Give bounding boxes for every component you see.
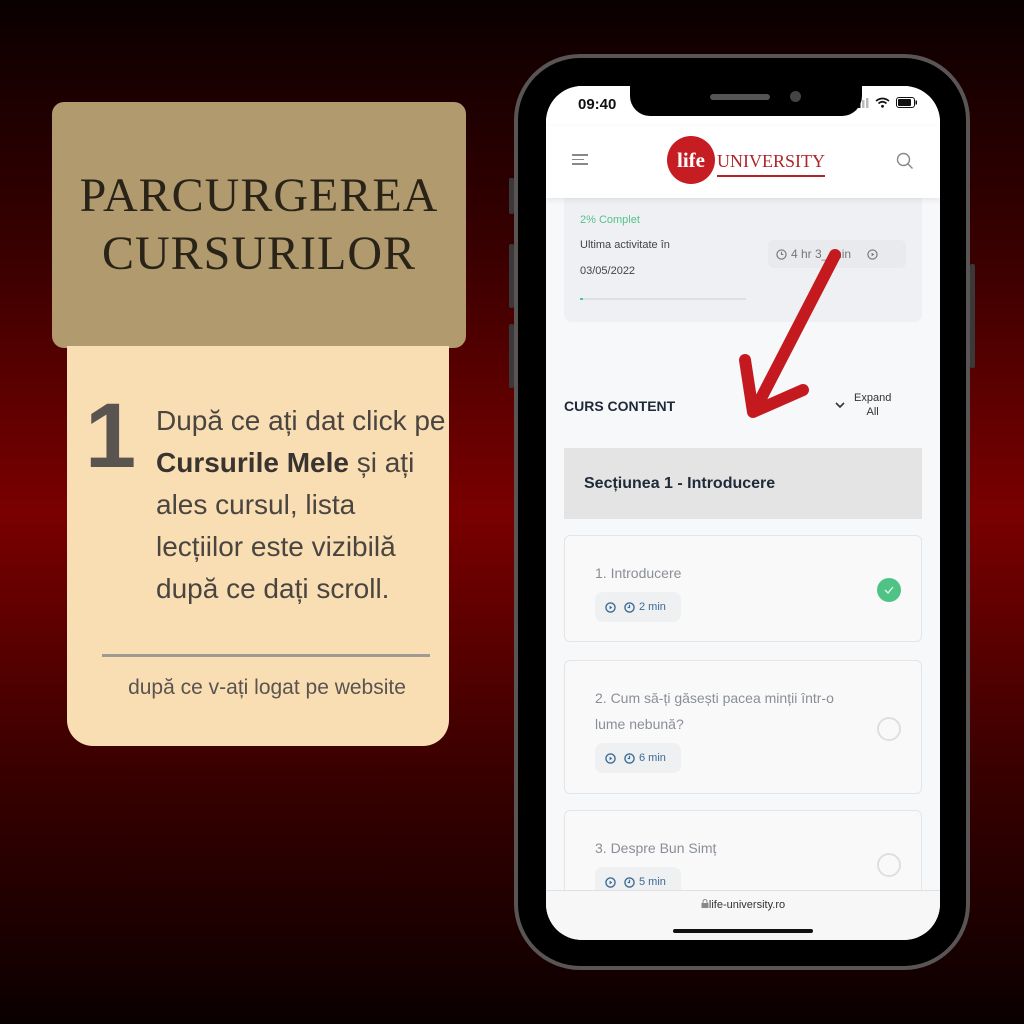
lesson-duration: 2 min xyxy=(639,601,666,613)
step-text-part: După ce ați dat click pe xyxy=(156,405,446,436)
phone-frame: 09:40 life UNIVERSITY 2% Complet Ultima … xyxy=(509,58,975,966)
phone-screen: 09:40 life UNIVERSITY 2% Complet Ultima … xyxy=(546,86,940,940)
lock-icon xyxy=(701,899,709,908)
title-card: PARCURGEREA CURSURILOR xyxy=(52,102,466,348)
side-button xyxy=(509,244,514,308)
side-button xyxy=(970,264,975,368)
browser-url-bar[interactable]: life-university.ro xyxy=(546,890,940,940)
logo-text: UNIVERSITY xyxy=(717,151,825,177)
play-icon xyxy=(605,876,616,888)
front-camera xyxy=(790,91,801,102)
wifi-icon xyxy=(875,97,890,108)
divider xyxy=(102,654,430,657)
site-logo[interactable]: life UNIVERSITY xyxy=(667,136,825,184)
lesson-title: 2. Cum să-ți găsești pacea minții într-o… xyxy=(595,690,834,732)
lesson-complete-icon[interactable] xyxy=(877,578,901,602)
lesson-item[interactable]: 2. Cum să-ți găsești pacea minții într-o… xyxy=(564,660,922,794)
progress-bar xyxy=(580,298,746,300)
check-icon xyxy=(884,586,894,594)
side-button xyxy=(509,324,514,388)
play-icon xyxy=(605,752,616,764)
course-content-title: CURS CONTENT xyxy=(564,398,676,414)
lesson-meta: 6 min xyxy=(595,743,681,773)
lesson-title: 3. Despre Bun Simț xyxy=(595,840,717,856)
lesson-meta: 2 min xyxy=(595,592,681,622)
clock-icon xyxy=(624,752,635,764)
status-time: 09:40 xyxy=(578,96,617,113)
lesson-incomplete-icon[interactable] xyxy=(877,853,901,877)
clock-icon xyxy=(624,876,635,888)
phone-notch xyxy=(630,86,862,116)
progress-bar-fill xyxy=(580,298,584,300)
lesson-title: 1. Introducere xyxy=(595,565,682,581)
app-header: life UNIVERSITY xyxy=(546,126,940,198)
section-header[interactable]: Secțiunea 1 - Introducere xyxy=(564,448,922,519)
lesson-duration: 5 min xyxy=(639,876,666,888)
step-description: După ce ați dat click pe Cursurile Mele … xyxy=(156,400,446,610)
last-activity-label: Ultima activitate în xyxy=(580,239,670,251)
search-icon[interactable] xyxy=(896,152,914,170)
logo-circle: life xyxy=(667,136,715,184)
title-line-1: PARCURGEREA xyxy=(79,169,439,222)
url-text: life-university.ro xyxy=(708,899,786,911)
play-icon xyxy=(867,248,878,260)
title-line-2: CURSURILOR xyxy=(101,227,417,280)
battery-icon xyxy=(896,97,917,108)
expand-line: All xyxy=(866,406,879,418)
speaker xyxy=(710,94,770,100)
instruction-card: 1 După ce ați dat click pe Cursurile Mel… xyxy=(67,346,449,746)
side-button xyxy=(509,178,514,214)
step-text-bold: Cursurile Mele xyxy=(156,447,349,478)
expand-line: Expand xyxy=(854,392,892,404)
home-indicator[interactable] xyxy=(673,929,813,933)
complete-percentage: 2% Complet xyxy=(580,214,640,226)
annotation-arrow-icon xyxy=(739,249,841,418)
lesson-duration: 6 min xyxy=(639,752,666,764)
clock-icon xyxy=(624,601,635,613)
lesson-incomplete-icon[interactable] xyxy=(877,717,901,741)
step-number: 1 xyxy=(85,385,137,487)
footnote: după ce v-ați logat pe website xyxy=(128,676,406,699)
hamburger-icon[interactable] xyxy=(572,154,588,166)
expand-all-label: Expand All xyxy=(854,391,891,419)
play-icon xyxy=(605,601,616,613)
status-icons xyxy=(853,97,918,108)
lesson-item[interactable]: 1. Introducere 2 min xyxy=(564,535,922,642)
last-activity-date: 03/05/2022 xyxy=(580,265,636,277)
url-display: life-university.ro xyxy=(546,899,940,911)
